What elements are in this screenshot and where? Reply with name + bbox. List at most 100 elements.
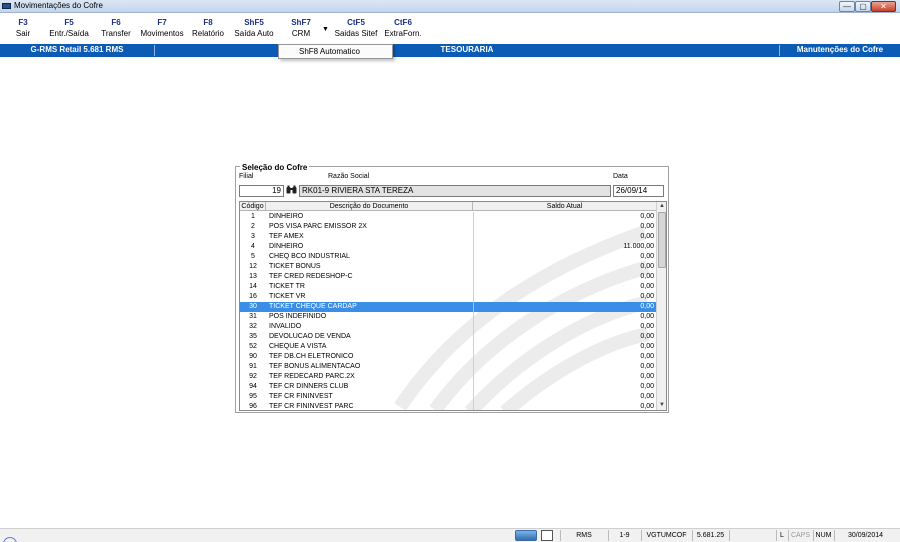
cell-descricao: TICKET VR (269, 293, 306, 300)
toolbar-key: CtF6 (394, 18, 412, 27)
grid-body: 1 DINHEIRO 0,00 2 POS VISA PARC EMISSOR 2X 0,… (240, 212, 656, 410)
status-caps: CAPS (788, 530, 812, 541)
status-version: 5.681.25 (692, 530, 728, 541)
saida-auto-button[interactable]: ShF5 Saída Auto (233, 17, 275, 43)
cell-codigo: 95 (249, 393, 257, 400)
table-row[interactable]: 52 CHEQUE A VISTA 0,00 (240, 342, 656, 352)
transfer-button[interactable]: F6 Transfer (98, 17, 134, 43)
data-label: Data (613, 173, 628, 180)
status-filial: 1-9 (608, 530, 640, 541)
globe-icon (3, 537, 17, 542)
scroll-down-arrow-icon[interactable]: ▼ (657, 401, 666, 410)
cell-descricao: TICKET CHEQUE CARDAP (269, 303, 357, 310)
cell-saldo: 0,00 (473, 402, 656, 410)
cell-codigo: 4 (251, 243, 255, 250)
cell-saldo: 0,00 (473, 282, 656, 292)
vertical-scrollbar[interactable]: ▲ ▼ (656, 202, 666, 410)
binoculars-icon-svg (286, 185, 296, 194)
crm-button[interactable]: ShF7 CRM (284, 17, 318, 43)
relatorio-button[interactable]: F8 Relatório (190, 17, 226, 43)
cell-saldo: 0,00 (473, 292, 656, 302)
scroll-up-arrow-icon[interactable]: ▲ (657, 202, 666, 211)
cell-saldo: 0,00 (473, 382, 656, 392)
sair-button[interactable]: F3 Sair (8, 17, 38, 43)
cell-codigo: 1 (251, 213, 255, 220)
table-row[interactable]: 14 TICKET TR 0,00 (240, 282, 656, 292)
cell-descricao: POS INDEFINIDO (269, 313, 327, 320)
toolbar: F3 Sair F5 Entr./Saída F6 Transfer F7 Mo… (0, 14, 900, 44)
cell-descricao: TICKET TR (269, 283, 305, 290)
status-empty (729, 530, 775, 541)
table-row[interactable]: 92 TEF REDECARD PARC.2X 0,00 (240, 372, 656, 382)
table-row[interactable]: 91 TEF BONUS ALIMENTACAO 0,00 (240, 362, 656, 372)
table-row[interactable]: 30 TICKET CHEQUE CARDAP 0,00 (240, 302, 656, 312)
table-row[interactable]: 3 TEF AMEX 0,00 (240, 232, 656, 242)
maximize-button[interactable]: ▢ (855, 1, 871, 12)
toolbar-key: CtF5 (347, 18, 365, 27)
computer-icon (515, 530, 537, 541)
table-row[interactable]: 32 INVALIDO 0,00 (240, 322, 656, 332)
cofre-grid: Código Descrição do Documento Saldo Atua… (239, 201, 667, 411)
cell-saldo: 0,00 (473, 232, 656, 242)
cell-codigo: 31 (249, 313, 257, 320)
dropdown-menu: ShF8 Automatico (278, 44, 393, 59)
minimize-button[interactable]: — (839, 1, 855, 12)
cell-codigo: 2 (251, 223, 255, 230)
cell-saldo: 0,00 (473, 212, 656, 222)
toolbar-key: F8 (203, 18, 213, 27)
status-bar: RMS 1-9 VGTUMCOF 5.681.25 L CAPS NUM 30/… (0, 528, 900, 542)
table-row[interactable]: 90 TEF DB.CH ELETRONICO 0,00 (240, 352, 656, 362)
extraforn-button[interactable]: CtF6 ExtraForn. (384, 17, 422, 43)
column-header-saldo[interactable]: Saldo Atual (473, 202, 656, 211)
data-input[interactable]: 26/09/14 (613, 185, 664, 197)
cell-descricao: CHEQUE A VISTA (269, 343, 327, 350)
table-row[interactable]: 94 TEF CR DINNERS CLUB 0,00 (240, 382, 656, 392)
table-row[interactable]: 95 TEF CR FININVEST 0,00 (240, 392, 656, 402)
saidas-sitef-button[interactable]: CtF5 Saidas Sitef (334, 17, 378, 43)
cell-descricao: TEF CRED REDESHOP-C (269, 273, 353, 280)
entrada-saida-button[interactable]: F5 Entr./Saída (47, 17, 91, 43)
table-row[interactable]: 4 DINHEIRO 11.000,00 (240, 242, 656, 252)
column-header-descricao[interactable]: Descrição do Documento (266, 202, 473, 211)
binoculars-icon[interactable] (285, 185, 297, 197)
cell-descricao: TEF DB.CH ELETRONICO (269, 353, 354, 360)
table-row[interactable]: 12 TICKET BONUS 0,00 (240, 262, 656, 272)
title-bar: Movimentações do Cofre — ▢ ✕ (0, 0, 900, 13)
cell-codigo: 30 (249, 303, 257, 310)
table-row[interactable]: 13 TEF CRED REDESHOP-C 0,00 (240, 272, 656, 282)
header-bar: G-RMS Retail 5.681 RMS TESOURARIA Manute… (0, 44, 900, 57)
toolbar-label: Movimentos (140, 29, 184, 38)
razao-social-label: Razão Social (328, 173, 370, 180)
toolbar-label: Saída Auto (234, 29, 274, 38)
status-num: NUM (813, 530, 833, 541)
menu-item-automatico[interactable]: ShF8 Automatico (299, 47, 360, 56)
dropdown-arrow-icon[interactable]: ▼ (322, 26, 329, 33)
cell-descricao: DINHEIRO (269, 243, 304, 250)
cell-saldo: 0,00 (473, 222, 656, 232)
toolbar-label: Entr./Saída (49, 29, 89, 38)
filial-input[interactable]: 19 (239, 185, 284, 197)
column-header-codigo[interactable]: Código (240, 202, 266, 211)
cell-saldo: 11.000,00 (473, 242, 656, 252)
app-icon (2, 3, 11, 9)
cell-codigo: 16 (249, 293, 257, 300)
movimentos-button[interactable]: F7 Movimentos (139, 17, 185, 43)
table-row[interactable]: 2 POS VISA PARC EMISSOR 2X 0,00 (240, 222, 656, 232)
table-row[interactable]: 1 DINHEIRO 0,00 (240, 212, 656, 222)
cell-descricao: CHEQ BCO INDUSTRIAL (269, 253, 350, 260)
table-row[interactable]: 5 CHEQ BCO INDUSTRIAL 0,00 (240, 252, 656, 262)
table-row[interactable]: 35 DEVOLUCAO DE VENDA 0,00 (240, 332, 656, 342)
document-icon (541, 530, 553, 541)
cell-codigo: 94 (249, 383, 257, 390)
table-row[interactable]: 96 TEF CR FININVEST PARC 0,00 (240, 402, 656, 410)
close-button[interactable]: ✕ (871, 1, 896, 12)
cell-descricao: TEF CR DINNERS CLUB (269, 383, 349, 390)
scroll-thumb[interactable] (658, 212, 666, 268)
cell-descricao: INVALIDO (269, 323, 302, 330)
cell-codigo: 91 (249, 363, 257, 370)
cell-descricao: TEF BONUS ALIMENTACAO (269, 363, 361, 370)
table-row[interactable]: 16 TICKET VR 0,00 (240, 292, 656, 302)
cell-codigo: 14 (249, 283, 257, 290)
table-row[interactable]: 31 POS INDEFINIDO 0,00 (240, 312, 656, 322)
cell-saldo: 0,00 (473, 262, 656, 272)
